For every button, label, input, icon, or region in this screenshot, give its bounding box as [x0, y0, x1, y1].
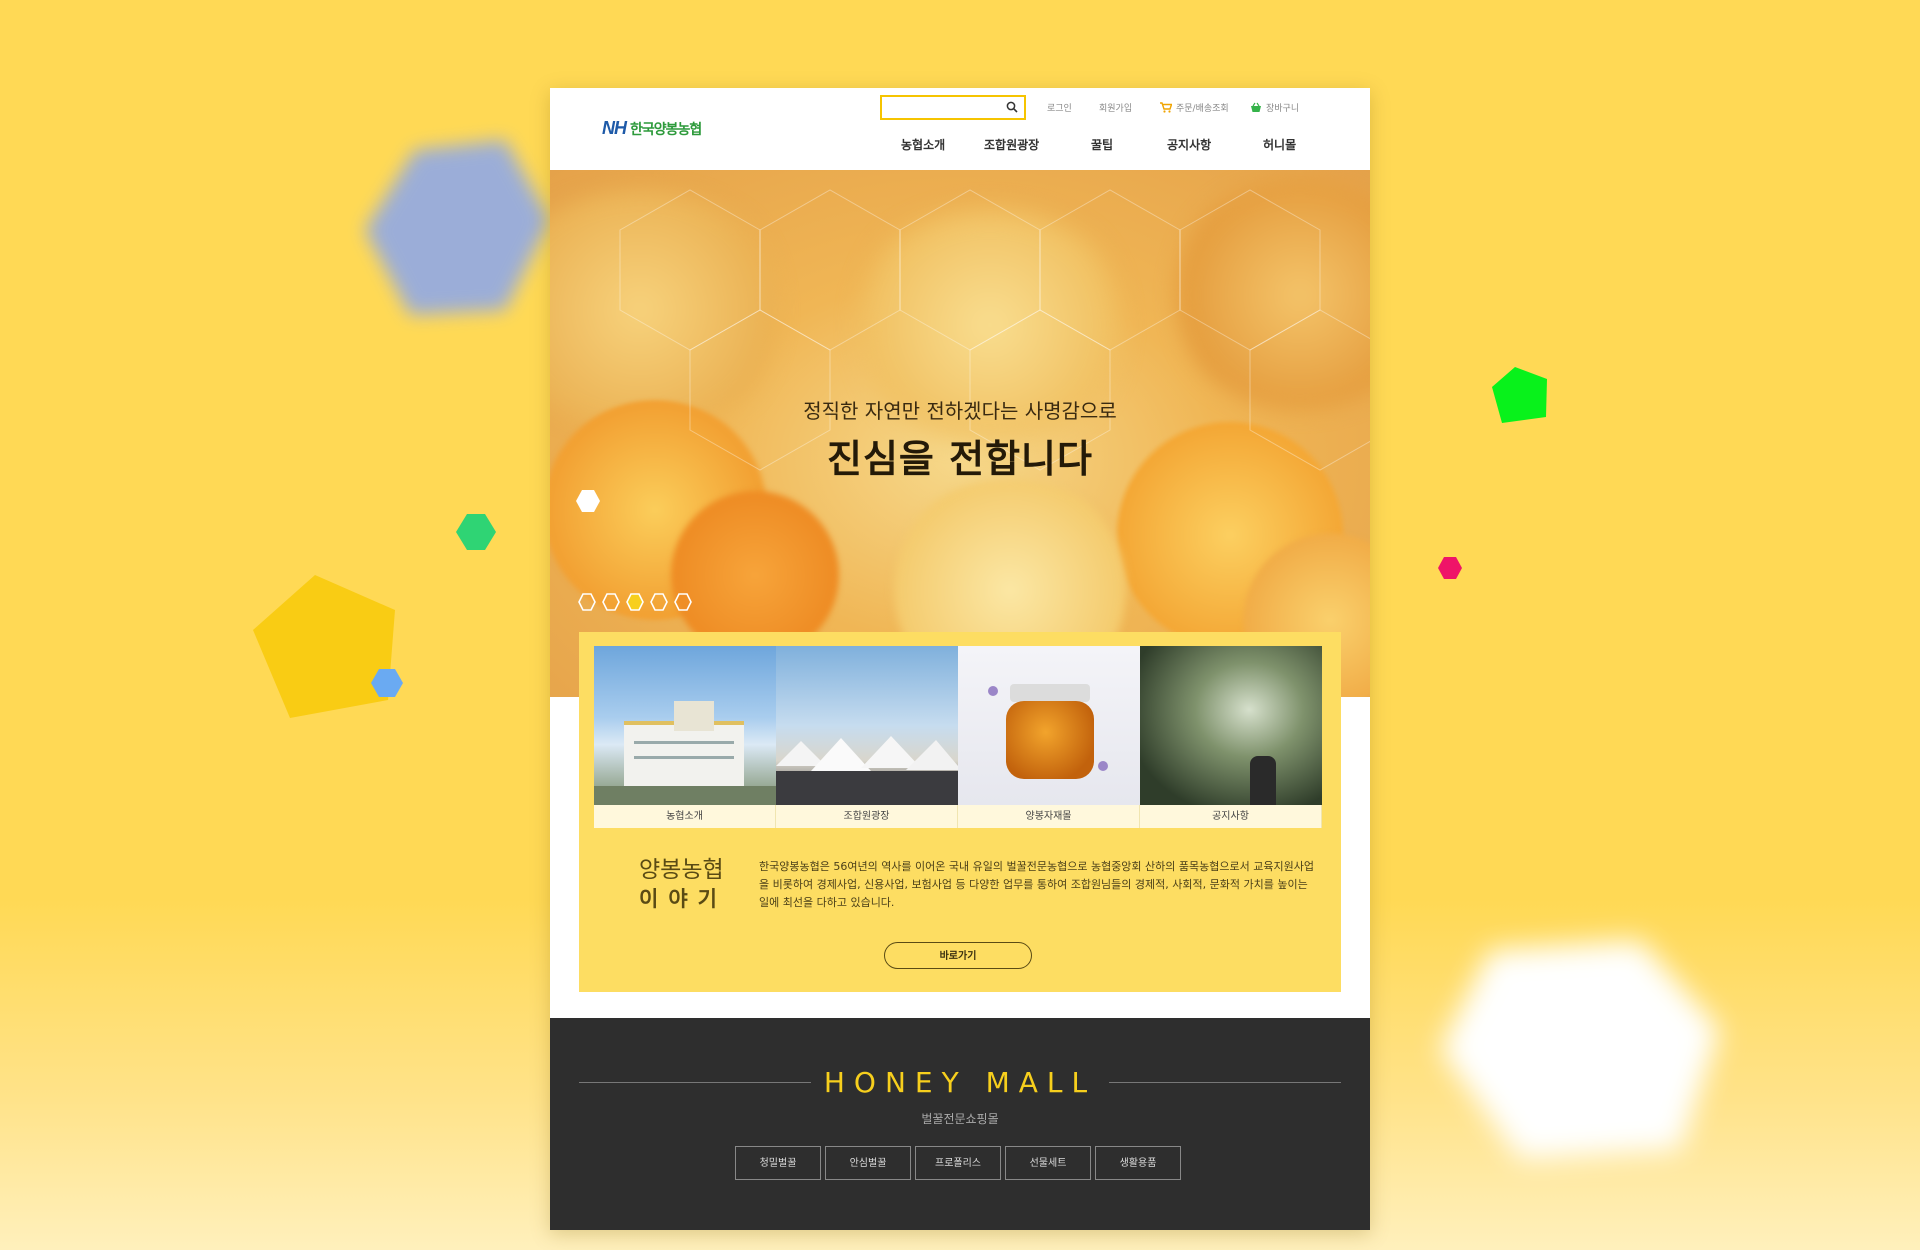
slide-dot-5[interactable]: [674, 593, 692, 611]
card-notice[interactable]: 공지사항: [1140, 646, 1322, 828]
story-title: 양봉농협 이야기: [639, 856, 727, 914]
nav-about[interactable]: 농협소개: [901, 136, 945, 153]
card-supplies[interactable]: 양봉자재몰: [958, 646, 1140, 828]
join-label: 회원가입: [1099, 104, 1133, 114]
go-button[interactable]: 바로가기: [884, 942, 1032, 969]
tents-shape: [776, 736, 958, 805]
nav-notice[interactable]: 공지사항: [1167, 136, 1211, 153]
mall-subtitle: 벌꿀전문쇼핑몰: [921, 1112, 999, 1126]
white-hexagon-decoration: [1440, 940, 1720, 1160]
info-panel: 농협소개 조합원광장 양봉자재몰 공지사항 양봉농협 이야기 한국양봉농협은 5…: [579, 632, 1341, 992]
story-title-line2: 이야기: [639, 887, 727, 911]
logo[interactable]: NH 한국양봉농협: [602, 118, 702, 139]
mall-button-living[interactable]: 생활용품: [1095, 1146, 1181, 1180]
tents-photo: [776, 646, 958, 805]
join-link[interactable]: 회원가입: [1099, 101, 1132, 114]
cart-label: 장바구니: [1266, 104, 1300, 114]
slide-dot-4[interactable]: [650, 593, 668, 611]
hero-banner: 정직한 자연만 전하겠다는 사명감으로 진심을 전합니다: [550, 170, 1370, 697]
order-link[interactable]: 주문/배송조회: [1160, 101, 1229, 114]
card-members[interactable]: 조합원광장: [776, 646, 958, 828]
honey-mall-section: HONEY MALL 벌꿀전문쇼핑몰 청밀벌꿀 안심벌꿀 프로폴리스 선물세트 …: [550, 1018, 1370, 1230]
mall-button-propolis[interactable]: 프로폴리스: [915, 1146, 1001, 1180]
search-box: [880, 95, 1026, 120]
card-about-label: 농협소개: [594, 805, 776, 828]
mall-button-gift-set[interactable]: 선물세트: [1005, 1146, 1091, 1180]
nav-honeymall[interactable]: 허니몰: [1263, 136, 1296, 153]
blue-hexagon-small-decoration: [371, 669, 403, 697]
website-page: NH 한국양봉농협 로그인 회원가입 주문/배송조회 장바구니 농협소개 조합원…: [550, 88, 1370, 1230]
quick-cards: 농협소개 조합원광장 양봉자재몰 공지사항: [594, 646, 1322, 828]
nav-members[interactable]: 조합원광장: [984, 136, 1039, 153]
mall-category-buttons: 청밀벌꿀 안심벌꿀 프로폴리스 선물세트 생활용품: [735, 1146, 1181, 1180]
building-photo: [594, 646, 776, 805]
honey-jar-photo: [958, 646, 1140, 805]
search-icon[interactable]: [1006, 101, 1018, 113]
cart-icon: [1160, 102, 1172, 113]
hero-title: 진심을 전합니다: [827, 436, 1093, 481]
green-hexagon-decoration: [456, 514, 496, 550]
order-label: 주문/배송조회: [1176, 104, 1229, 114]
slide-dot-1[interactable]: [578, 593, 596, 611]
beekeeper-photo: [1140, 646, 1322, 805]
nav-tips[interactable]: 꿀팁: [1091, 136, 1113, 153]
hero-subtitle: 정직한 자연만 전하겠다는 사명감으로: [803, 399, 1117, 423]
mall-button-cheongmil[interactable]: 청밀벌꿀: [735, 1146, 821, 1180]
blue-hexagon-decoration: [365, 140, 550, 315]
basket-icon: [1251, 102, 1261, 112]
slide-indicators: [578, 593, 692, 611]
slide-dot-3-active[interactable]: [626, 593, 644, 611]
mall-button-ansim[interactable]: 안심벌꿀: [825, 1146, 911, 1180]
header: NH 한국양봉농협 로그인 회원가입 주문/배송조회 장바구니 농협소개 조합원…: [550, 88, 1370, 170]
story-title-line1: 양봉농협: [639, 857, 724, 883]
card-supplies-label: 양봉자재몰: [958, 805, 1140, 828]
cart-link[interactable]: 장바구니: [1250, 101, 1299, 114]
logo-text: 한국양봉농협: [630, 121, 702, 138]
logo-nh: NH: [602, 118, 627, 138]
login-link[interactable]: 로그인: [1047, 101, 1072, 114]
card-about[interactable]: 농협소개: [594, 646, 776, 828]
slide-dot-2[interactable]: [602, 593, 620, 611]
white-hexagon-icon: [576, 490, 600, 512]
card-notice-label: 공지사항: [1140, 805, 1322, 828]
search-input[interactable]: [886, 97, 1000, 120]
login-label: 로그인: [1047, 104, 1072, 114]
mall-title: HONEY MALL: [823, 1066, 1097, 1099]
story-text: 한국양봉농협은 56여년의 역사를 이어온 국내 유일의 벌꿀전문농협으로 농협…: [759, 860, 1314, 909]
green-pentagon-decoration: [1492, 367, 1547, 423]
pink-hexagon-decoration: [1438, 557, 1462, 579]
card-members-label: 조합원광장: [776, 805, 958, 828]
